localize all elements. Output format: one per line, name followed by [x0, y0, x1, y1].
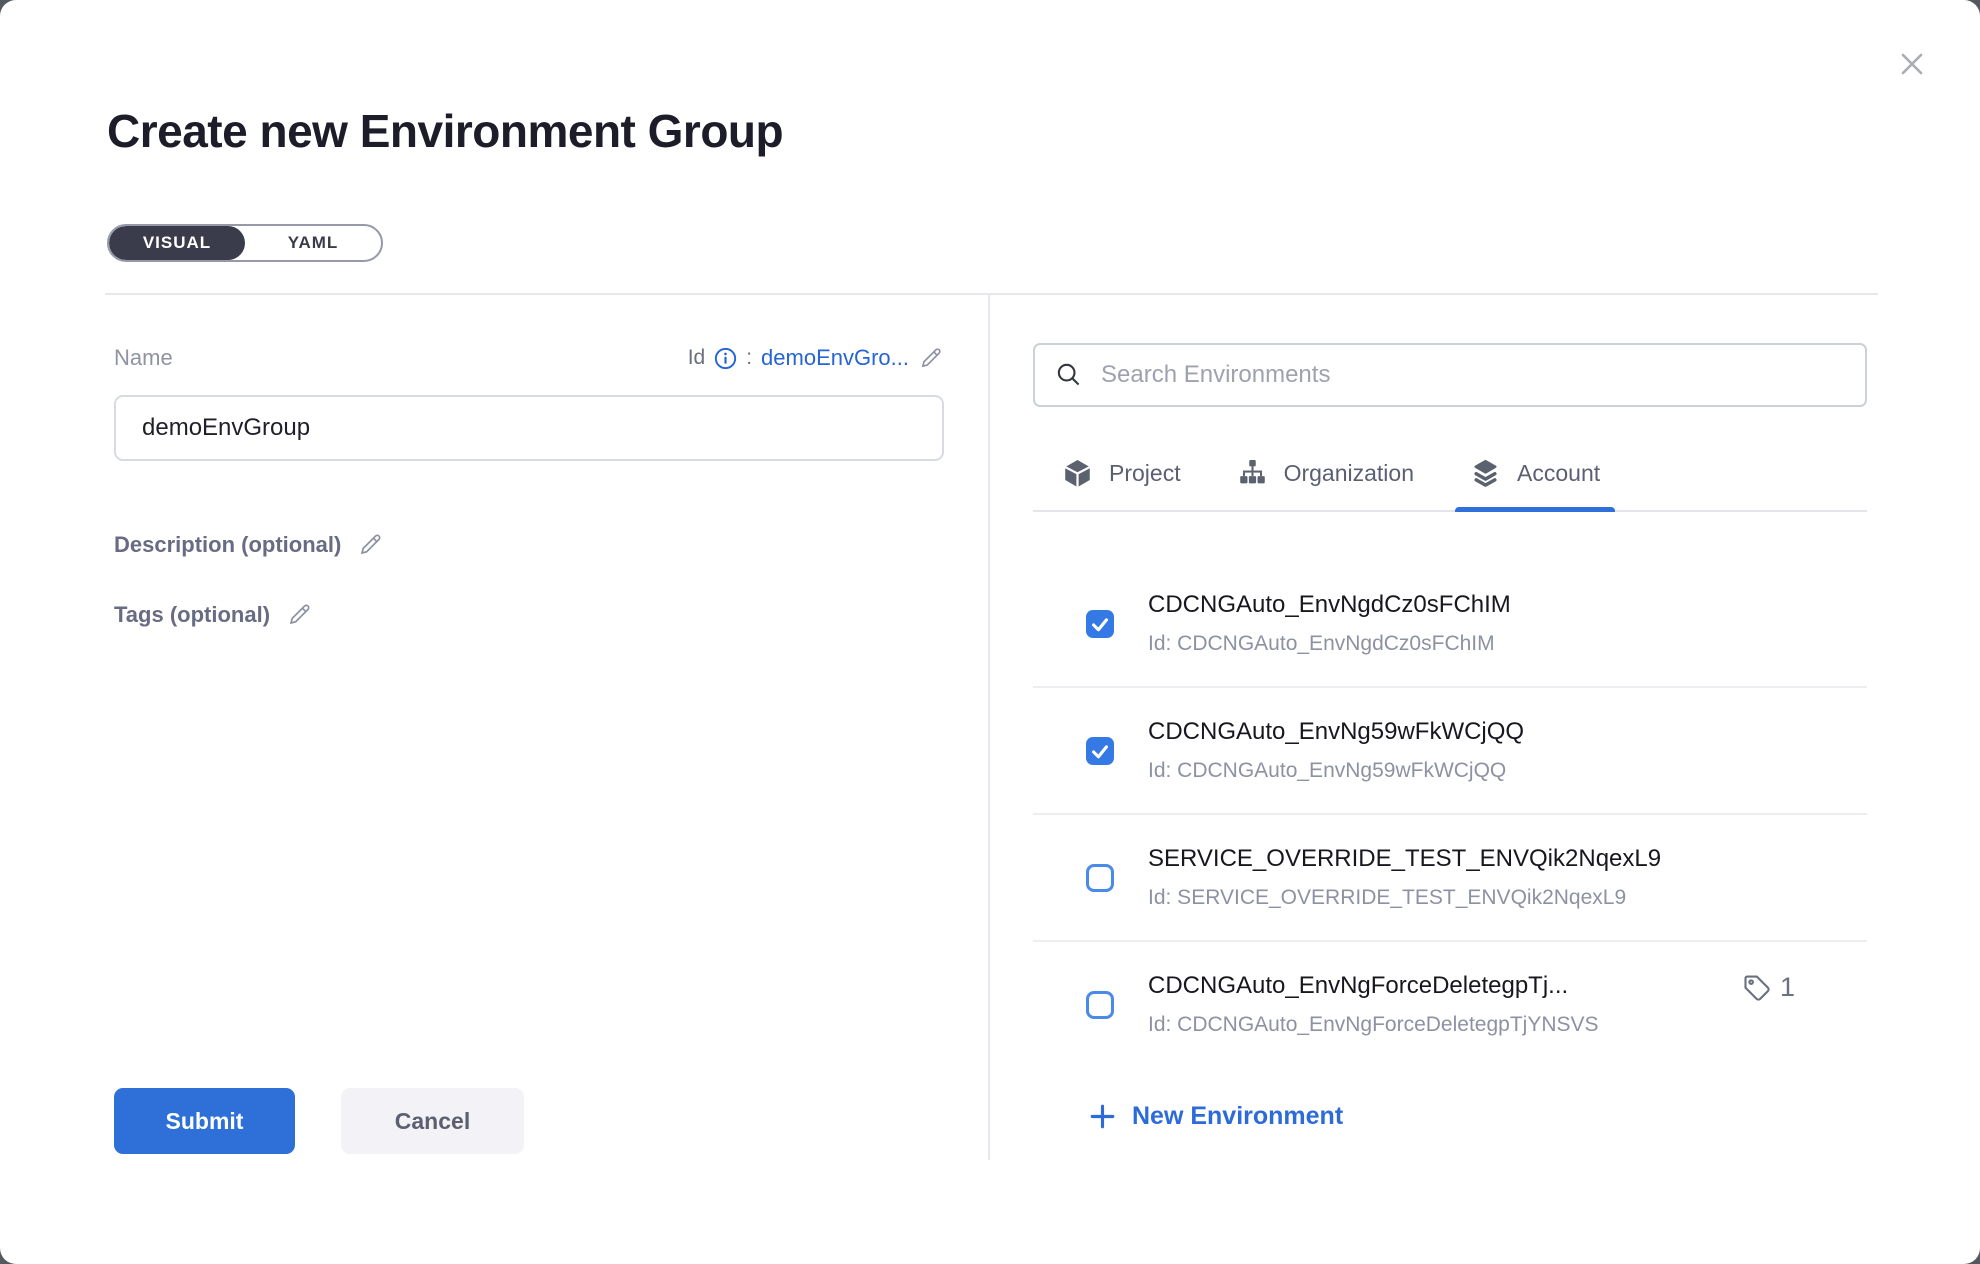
new-environment-button[interactable]: New Environment	[1088, 1102, 1343, 1131]
edit-tags-icon[interactable]	[286, 601, 313, 628]
close-button[interactable]	[1890, 42, 1934, 86]
env-id: Id: CDCNGAuto_EnvNgForceDeletegpTjYNSVS	[1148, 1013, 1599, 1037]
layers-icon	[1470, 458, 1501, 489]
search-environments-box	[1033, 343, 1867, 407]
visual-yaml-toggle: VISUAL YAML	[107, 224, 383, 262]
env-checkbox[interactable]	[1086, 864, 1114, 892]
tab-account[interactable]: Account	[1455, 436, 1615, 510]
env-name: CDCNGAuto_EnvNg59wFkWCjQQ	[1148, 718, 1524, 746]
description-label: Description (optional)	[114, 532, 341, 558]
id-separator: :	[746, 346, 752, 370]
env-text: CDCNGAuto_EnvNg59wFkWCjQQ Id: CDCNGAuto_…	[1148, 718, 1524, 783]
edit-description-icon[interactable]	[357, 531, 384, 558]
plus-icon	[1088, 1102, 1117, 1131]
env-name: CDCNGAuto_EnvNgForceDeletegpTj...	[1148, 972, 1599, 1000]
search-input[interactable]	[1099, 360, 1845, 390]
mode-yaml[interactable]: YAML	[245, 226, 381, 260]
environment-list: CDCNGAuto_EnvNgdCz0sFChIM Id: CDCNGAuto_…	[1033, 512, 1867, 1048]
tag-count: 1	[1780, 972, 1795, 1003]
edit-id-icon[interactable]	[918, 345, 944, 371]
env-name: CDCNGAuto_EnvNgdCz0sFChIM	[1148, 591, 1511, 619]
cancel-button[interactable]: Cancel	[341, 1088, 524, 1154]
org-chart-icon	[1237, 458, 1268, 489]
tab-project-label: Project	[1109, 460, 1181, 487]
name-label: Name	[114, 345, 173, 371]
create-environment-group-modal: Create new Environment Group VISUAL YAML…	[0, 0, 1980, 1264]
close-icon	[1895, 47, 1929, 81]
submit-button[interactable]: Submit	[114, 1088, 295, 1154]
tags-label: Tags (optional)	[114, 602, 270, 628]
tag-icon	[1742, 973, 1772, 1003]
env-tag-badge: 1	[1742, 972, 1795, 1003]
tab-project[interactable]: Project	[1047, 436, 1196, 510]
tab-account-label: Account	[1517, 460, 1600, 487]
environment-row[interactable]: SERVICE_OVERRIDE_TEST_ENVQik2NqexL9 Id: …	[1033, 815, 1867, 942]
environment-row[interactable]: CDCNGAuto_EnvNgForceDeletegpTj... Id: CD…	[1033, 942, 1867, 1048]
new-environment-label: New Environment	[1132, 1102, 1343, 1131]
environment-row[interactable]: CDCNGAuto_EnvNg59wFkWCjQQ Id: CDCNGAuto_…	[1033, 688, 1867, 815]
id-label: Id	[688, 346, 706, 370]
cube-icon	[1062, 458, 1093, 489]
env-checkbox[interactable]	[1086, 737, 1114, 765]
name-id-row: Name Id : demoEnvGro...	[114, 341, 944, 375]
env-id: Id: CDCNGAuto_EnvNgdCz0sFChIM	[1148, 632, 1511, 656]
page-title: Create new Environment Group	[107, 104, 783, 158]
env-checkbox[interactable]	[1086, 610, 1114, 638]
header-divider	[105, 293, 1878, 295]
form-actions: Submit Cancel	[114, 1088, 524, 1154]
env-id: Id: CDCNGAuto_EnvNg59wFkWCjQQ	[1148, 759, 1524, 783]
env-text: CDCNGAuto_EnvNgdCz0sFChIM Id: CDCNGAuto_…	[1148, 591, 1511, 656]
mode-visual[interactable]: VISUAL	[109, 226, 245, 260]
info-icon[interactable]	[714, 347, 737, 370]
panel-divider	[988, 295, 990, 1160]
scope-tabs: Project Organization Account	[1033, 436, 1867, 512]
tab-organization-label: Organization	[1284, 460, 1414, 487]
description-row: Description (optional)	[114, 531, 384, 558]
env-id: Id: SERVICE_OVERRIDE_TEST_ENVQik2NqexL9	[1148, 886, 1661, 910]
search-icon	[1055, 361, 1083, 389]
env-text: CDCNGAuto_EnvNgForceDeletegpTj... Id: CD…	[1148, 972, 1599, 1037]
env-checkbox[interactable]	[1086, 991, 1114, 1019]
environment-row[interactable]: CDCNGAuto_EnvNgdCz0sFChIM Id: CDCNGAuto_…	[1033, 512, 1867, 688]
id-group: Id : demoEnvGro...	[688, 345, 944, 371]
env-name: SERVICE_OVERRIDE_TEST_ENVQik2NqexL9	[1148, 845, 1661, 873]
tags-row: Tags (optional)	[114, 601, 313, 628]
name-input[interactable]	[114, 395, 944, 461]
id-value-link[interactable]: demoEnvGro...	[761, 345, 909, 371]
tab-organization[interactable]: Organization	[1222, 436, 1429, 510]
env-text: SERVICE_OVERRIDE_TEST_ENVQik2NqexL9 Id: …	[1148, 845, 1661, 910]
